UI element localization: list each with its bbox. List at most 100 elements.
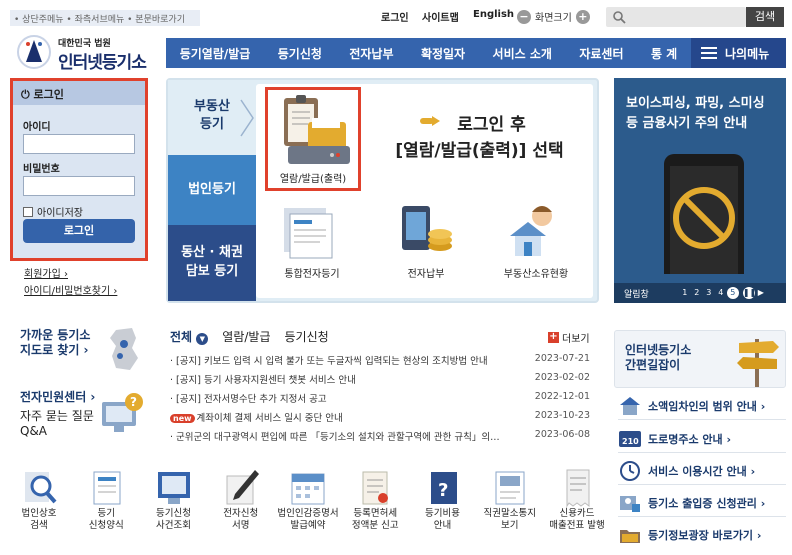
util-english-link[interactable]: English xyxy=(473,9,514,20)
notice-row[interactable]: · [공지] 키보드 입력 시 입력 불가 또는 두글자씩 입력되는 현상의 조… xyxy=(170,353,590,367)
pager-4[interactable]: 4 xyxy=(715,287,727,299)
registry-cost-label: 등기비용 안내 xyxy=(425,508,460,531)
pager-5[interactable]: 5 xyxy=(726,287,739,299)
search-input[interactable] xyxy=(606,7,746,27)
nav-service-intro[interactable]: 서비스 소개 xyxy=(493,45,552,62)
find-account-link[interactable]: 아이디/비밀번호찾기 › xyxy=(24,282,117,297)
nav-issue[interactable]: 등기열람/발급 xyxy=(180,45,251,62)
notice-row[interactable]: · [공지] 등기 사용자지원센터 챗봇 서비스 안내 2023-02-02 xyxy=(170,372,590,386)
notice-row[interactable]: · [공지] 전자서명수단 추가 지정서 공고 2022-12-01 xyxy=(170,391,590,405)
hero-headline: 로그인 후 [열람/발급(출력)] 선택 xyxy=(372,112,587,164)
epay-coins-icon xyxy=(402,206,452,251)
signpost-icon xyxy=(737,339,779,387)
service-ownership[interactable]: 부동산소유현황 xyxy=(486,200,586,280)
nav-stats[interactable]: 통 계 xyxy=(651,45,677,62)
more-label: 더보기 xyxy=(562,334,590,345)
nav-apply[interactable]: 등기신청 xyxy=(278,45,322,62)
seal-cert-reservation[interactable]: 법인인감증명서 발급예약 xyxy=(277,468,339,552)
login-title: 로그인 xyxy=(33,88,64,101)
join-link[interactable]: 회원가입 › xyxy=(24,265,68,280)
phishing-banner[interactable]: 보이스피싱, 파밍, 스미싱 등 금융사기 주의 안내 알림창 1 2 3 4 … xyxy=(614,78,786,303)
case-lookup[interactable]: 등기신청 사건조회 xyxy=(143,468,205,552)
service-integrated[interactable]: 통합전자등기 xyxy=(262,200,362,280)
zoom-out-icon[interactable]: − xyxy=(517,9,531,24)
skip-links[interactable]: • 상단주메뉴 • 좌측서브메뉴 • 본문바로가기 xyxy=(10,10,200,26)
receipt-icon xyxy=(566,469,590,508)
util-sitemap-link[interactable]: 사이트맵 xyxy=(422,9,459,24)
corp-name-search[interactable]: 법인상호 검색 xyxy=(8,468,70,552)
quick-service-hours[interactable]: 서비스 이용시간 안내 › xyxy=(618,457,786,485)
phishing-title: 보이스피싱, 파밍, 스미싱 등 금융사기 주의 안내 xyxy=(626,94,765,134)
tab-corporate[interactable]: 법인등기 xyxy=(168,155,256,225)
quick-access-pass[interactable]: 등기소 출입증 신청관리 › xyxy=(618,489,786,517)
id-input[interactable] xyxy=(23,134,135,154)
notice-row[interactable]: new 계좌이체 결제 서비스 일시 중단 안내 2023-10-23 xyxy=(170,410,590,424)
quick-data-plaza-label: 등기정보광장 바로가기 › xyxy=(648,529,762,542)
search-icon xyxy=(613,11,626,24)
registry-form[interactable]: 등기 신청양식 xyxy=(75,468,137,552)
login-header: ⏻ 로그인 xyxy=(13,81,145,105)
quick-data-plaza[interactable]: 등기정보광장 바로가기 › xyxy=(618,521,786,549)
nearby-office-link[interactable]: 가까운 등기소 지도로 찾기 › xyxy=(20,328,90,358)
notice-more-link[interactable]: + 더보기 xyxy=(548,330,590,345)
svg-text:?: ? xyxy=(130,395,137,409)
pager-1[interactable]: 1 xyxy=(679,287,691,299)
notice-row[interactable]: · 군위군의 대구광역시 편입에 따른 「등기소의 설치와 관할구역에 관한 규… xyxy=(170,429,590,443)
id-label: 아이디 xyxy=(23,122,51,133)
nav-epay[interactable]: 전자납부 xyxy=(349,45,393,62)
util-login-link[interactable]: 로그인 xyxy=(381,9,409,24)
zoom-in-icon[interactable]: + xyxy=(575,9,590,24)
case-lookup-label: 등기신청 사건조회 xyxy=(156,508,191,531)
headline-line2: [열람/발급(출력)] 선택 xyxy=(395,141,564,161)
pause-icon[interactable]: ❚❚ xyxy=(742,287,756,299)
magnifier-icon xyxy=(25,472,57,504)
search-button[interactable]: 검색 xyxy=(746,7,784,27)
quick-guide-banner[interactable]: 인터넷등기소 간편길잡이 xyxy=(614,330,786,388)
cancellation-notice[interactable]: 직권말소통지 보기 xyxy=(479,468,541,552)
zoom-label: 화면크기 xyxy=(535,13,572,24)
registry-cost[interactable]: ? 등기비용 안내 xyxy=(412,468,474,552)
save-id-checkbox[interactable]: 아이디저장 xyxy=(23,204,83,219)
tab-all[interactable]: 전체 ▼ xyxy=(170,328,209,345)
card-receipt-label: 신용카드 매출전표 발행 xyxy=(549,508,605,531)
folder-icon xyxy=(620,530,640,543)
license-tax-report[interactable]: 등록면허세 정액분 신고 xyxy=(344,468,406,552)
issue-print-label: 열람/발급(출력) xyxy=(279,174,347,185)
password-input[interactable] xyxy=(23,176,135,196)
chevron-right-icon xyxy=(240,99,254,137)
quick-road-address[interactable]: 210 도로명주소 안내 › xyxy=(618,425,786,453)
tab-issue[interactable]: 열람/발급 xyxy=(222,328,270,345)
ecenter-link[interactable]: 전자민원센터 › 자주 묻는 질문 Q&A xyxy=(20,390,95,439)
pager-3[interactable]: 3 xyxy=(703,287,715,299)
service-epay[interactable]: 전자납부 xyxy=(376,200,476,280)
next-arrow-icon[interactable]: ▶ xyxy=(755,287,767,299)
nav-resources[interactable]: 자료센터 xyxy=(579,45,623,62)
tab-movable[interactable]: 동산 · 채권 담보 등기 xyxy=(168,225,256,301)
registry-form-label: 등기 신청양식 xyxy=(88,508,124,531)
card-receipt[interactable]: 신용카드 매출전표 발행 xyxy=(546,468,608,552)
my-menu-label: 나의메뉴 xyxy=(725,46,770,61)
issue-print-button[interactable]: 열람/발급(출력) xyxy=(265,87,361,191)
plus-icon: + xyxy=(548,331,559,343)
site-logo[interactable]: 대한민국 법원 인터넷등기소 xyxy=(14,32,154,73)
logo-main: 인터넷등기소 xyxy=(58,53,147,73)
my-menu-button[interactable]: 나의메뉴 xyxy=(691,38,786,68)
save-id-label: 아이디저장 xyxy=(37,208,83,219)
tab-movable-line2: 담보 등기 xyxy=(185,264,239,279)
nav-fixed-date[interactable]: 확정일자 xyxy=(421,45,465,62)
pager-2[interactable]: 2 xyxy=(691,287,703,299)
quick-guide-title: 인터넷등기소 간편길잡이 xyxy=(625,343,691,373)
tab-apply[interactable]: 등기신청 xyxy=(285,328,329,345)
e-signature[interactable]: 전자신청 서명 xyxy=(210,468,272,552)
checkbox-icon[interactable] xyxy=(23,206,33,217)
cancellation-notice-label: 직권말소통지 보기 xyxy=(483,508,536,531)
quick-small-tenant[interactable]: 소액임차인의 범위 안내 › xyxy=(618,392,786,420)
quick-guide-line2: 간편길잡이 xyxy=(625,358,681,372)
nearby-office-line2: 지도로 찾기 › xyxy=(20,343,89,357)
house-icon xyxy=(620,396,640,415)
license-tax-report-label: 등록면허세 정액분 신고 xyxy=(351,508,399,531)
clock-icon xyxy=(620,460,640,481)
login-button[interactable]: 로그인 xyxy=(23,219,135,243)
pager-label: 알림창 xyxy=(624,289,649,300)
help-monitor-icon: ? xyxy=(102,393,143,432)
